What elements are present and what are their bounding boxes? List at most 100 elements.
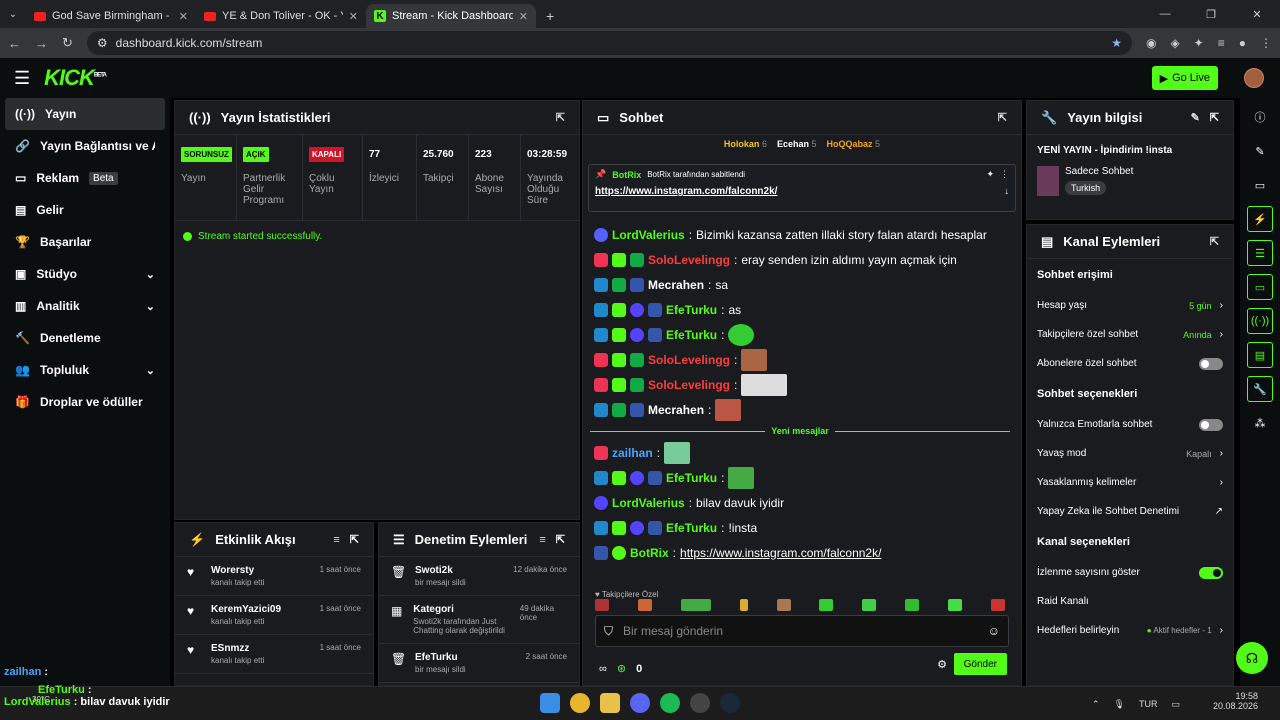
popout-icon[interactable]: ⇱ — [1210, 235, 1219, 248]
close-icon[interactable]: ✕ — [179, 10, 188, 23]
wrench-icon: 🔧 — [1041, 109, 1058, 125]
obs-icon[interactable] — [690, 693, 710, 713]
menu-icon[interactable]: ⋮ — [1260, 36, 1272, 50]
profile-icon[interactable]: ● — [1239, 36, 1246, 50]
sub-only-setting: Abonelere özel sohbet — [1027, 349, 1233, 378]
extension-icon[interactable]: ◉ — [1146, 36, 1156, 50]
hamburger-menu-icon[interactable]: ☰ — [14, 68, 30, 89]
popout-icon[interactable]: ⇱ — [556, 111, 565, 124]
back-icon[interactable]: ← — [8, 36, 21, 51]
start-icon[interactable] — [540, 693, 560, 713]
sidebar-item-yayin[interactable]: ((·)) Yayın — [5, 98, 165, 130]
stream-stats-panel: ((·)) Yayın İstatistikleri ⇱ SORUNSUZ Yayın… — [174, 100, 580, 520]
broadcast-icon[interactable]: ((·)) — [1247, 308, 1273, 334]
close-icon[interactable]: ✕ — [349, 10, 358, 23]
chevron-right-icon: › — [1219, 448, 1223, 459]
show-views-toggle[interactable] — [1199, 566, 1223, 579]
banned-words-setting[interactable]: Yasaklanmış kelimeler › — [1027, 468, 1233, 497]
popout-icon[interactable]: ⇱ — [556, 533, 565, 546]
lightning-icon[interactable]: ⚡ — [1247, 206, 1273, 232]
maximize-button[interactable]: ❐ — [1188, 0, 1234, 28]
sidebar-item-gelir[interactable]: ▤ Gelir — [5, 194, 165, 226]
sidebar-item-analitik[interactable]: ▥ Analitik ⌄ — [5, 290, 165, 322]
go-live-button[interactable]: ▶ Go Live — [1151, 66, 1218, 90]
broadcast-icon: ((·)) — [15, 107, 35, 121]
sidebar-item-topluluk[interactable]: 👥 Topluluk ⌄ — [5, 354, 165, 386]
mic-icon[interactable]: 🎙 — [1114, 699, 1125, 710]
popout-icon[interactable]: ⇱ — [350, 533, 359, 546]
dots-icon[interactable]: ⁂ — [1247, 410, 1273, 436]
tray-chevron-icon[interactable]: ⌃ — [1092, 699, 1100, 710]
new-tab-button[interactable]: + — [536, 4, 564, 28]
popout-icon[interactable]: ⇱ — [998, 111, 1007, 124]
settings-gear-icon[interactable]: ⚙ — [937, 658, 947, 671]
sidebar-item-denetleme[interactable]: 🔨 Denetleme — [5, 322, 165, 354]
account-age-setting[interactable]: Hesap yaşı 5 gün › — [1027, 291, 1233, 320]
arrow-down-icon[interactable]: ↓ — [1005, 186, 1010, 197]
file-explorer-icon[interactable] — [600, 693, 620, 713]
slow-mode-setting[interactable]: Yavaş mod Kapalı › — [1027, 439, 1233, 468]
chevron-down-icon: ⌄ — [145, 300, 155, 313]
browser-tab-active[interactable]: K Stream - Kick Dashboard ✕ — [366, 4, 536, 28]
ad-icon[interactable]: ▭ — [1247, 172, 1273, 198]
popout-icon[interactable]: ⇱ — [1210, 111, 1219, 124]
emote-bar[interactable] — [595, 599, 1005, 611]
more-icon[interactable]: ⋮ — [1000, 169, 1009, 180]
tab-search-button[interactable]: ⌄ — [0, 0, 26, 28]
layers-icon[interactable]: ▤ — [1247, 342, 1273, 368]
media-icon[interactable]: ≡ — [1218, 36, 1225, 50]
steam-icon[interactable] — [720, 693, 740, 713]
minimize-button[interactable]: — — [1142, 0, 1188, 28]
sub-only-toggle[interactable] — [1199, 357, 1223, 370]
chat-icon[interactable]: ▭ — [1247, 274, 1273, 300]
support-chat-icon[interactable]: ☊ — [1236, 642, 1268, 674]
sidebar-item-basarilar[interactable]: 🏆 Başarılar — [5, 226, 165, 258]
right-toolbar: ⓘ ✎ ▭ ⚡ ☰ ▭ ((·)) ▤ 🔧 ⁂ ☊ — [1236, 98, 1280, 686]
chevron-right-icon: › — [1219, 300, 1223, 311]
reload-icon[interactable]: ↻ — [62, 35, 73, 51]
goals-setting[interactable]: Hedefleri belirleyin ● Aktif hedefler - 1… — [1027, 616, 1233, 645]
sidebar-item-reklam[interactable]: ▭ Reklam Beta — [5, 162, 165, 194]
dots-icon[interactable]: ∞ — [599, 663, 607, 675]
filter-icon[interactable]: ≡ — [333, 534, 339, 546]
edit-icon[interactable]: ✎ — [1247, 138, 1273, 164]
site-info-icon[interactable]: ⚙ — [97, 36, 108, 50]
chrome-icon[interactable] — [570, 693, 590, 713]
spotify-icon[interactable] — [660, 693, 680, 713]
sidebar-item-studyo[interactable]: ▣ Stüdyo ⌄ — [5, 258, 165, 290]
followers-only-setting[interactable]: Takipçilere özel sohbet Anında › — [1027, 320, 1233, 349]
unpin-icon[interactable]: ✦ — [986, 169, 994, 180]
kick-logo[interactable]: KICKBETA — [44, 65, 107, 91]
send-button[interactable]: Gönder — [953, 653, 1007, 675]
clock[interactable]: 19:58 20.08.2026 — [1213, 691, 1258, 711]
user-avatar[interactable] — [1244, 68, 1264, 88]
chat-input[interactable]: ⛉ Bir mesaj gönderin ☺ — [595, 615, 1009, 647]
list-icon[interactable]: ☰ — [1247, 240, 1273, 266]
info-icon[interactable]: ⓘ — [1247, 104, 1273, 130]
show-views-setting: İzlenme sayısını göster — [1027, 558, 1233, 587]
emote-only-toggle[interactable] — [1199, 418, 1223, 431]
filter-icon[interactable]: ≡ — [539, 534, 545, 546]
browser-tab[interactable]: God Save Birmingham - Official✕ — [26, 4, 196, 28]
browser-tab[interactable]: YE & Don Toliver - OK - YouTub✕ — [196, 4, 366, 28]
edit-icon[interactable]: ✎ — [1191, 111, 1200, 124]
close-icon[interactable]: ✕ — [519, 10, 528, 23]
ad-icon: ▭ — [15, 171, 27, 185]
pinned-link[interactable]: https://www.instagram.com/falconn2k/ — [595, 186, 777, 197]
wrench-icon[interactable]: 🔧 — [1247, 376, 1273, 402]
network-icon[interactable]: ▭ — [1171, 699, 1180, 710]
emoji-icon[interactable]: ☺ — [988, 624, 1000, 638]
external-link-icon: ↗ — [1214, 506, 1223, 517]
ai-moderation-setting[interactable]: Yapay Zeka ile Sohbet Denetimi ↗ — [1027, 497, 1233, 526]
extension-icon[interactable]: ◈ — [1170, 36, 1179, 50]
sidebar-item-droplar[interactable]: 🎁 Droplar ve ödüller — [5, 386, 165, 418]
raid-channel-setting[interactable]: Raid Kanalı — [1027, 587, 1233, 616]
discord-icon[interactable] — [630, 693, 650, 713]
sidebar-item-stream-key[interactable]: 🔗Yayın Bağlantısı ve Anahtar — [5, 130, 165, 162]
window-close-button[interactable]: ✕ — [1234, 0, 1280, 28]
url-field[interactable]: ⚙ dashboard.kick.com/stream ★ — [86, 31, 1132, 55]
bookmark-star-icon[interactable]: ★ — [1111, 36, 1122, 50]
puzzle-icon[interactable]: ✦ — [1194, 36, 1204, 50]
activity-feed-panel: ⚡ Etkinlik Akışı ≡ ⇱ ♥ Worersty kanalı takip … — [174, 522, 374, 686]
forward-icon[interactable]: → — [35, 36, 48, 51]
